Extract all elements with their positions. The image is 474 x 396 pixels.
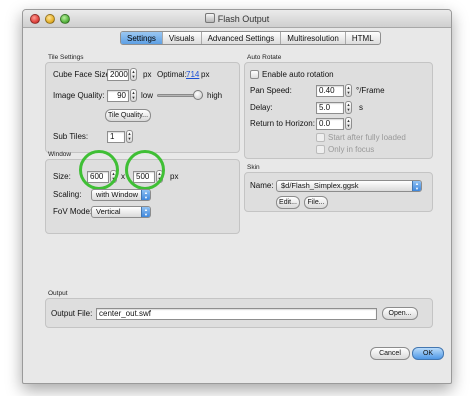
skin-group [244, 172, 433, 212]
enable-auto-rotation-label: Enable auto rotation [262, 70, 334, 79]
return-to-horizon-label: Return to Horizon: [250, 119, 315, 128]
fov-mode-select[interactable]: Vertical ▲ ▼ [91, 206, 151, 218]
image-quality-label: Image Quality: [53, 91, 105, 100]
flash-output-dialog: Flash Output Settings Visuals Advanced S… [22, 9, 452, 384]
tile-quality-button[interactable]: Tile Quality... [105, 109, 151, 122]
tab-bar: Settings Visuals Advanced Settings Multi… [120, 31, 381, 45]
skin-title: Skin [247, 164, 260, 171]
skin-name-select[interactable]: $d/Flash_Simplex.ggsk ▲ ▼ [276, 180, 422, 192]
highlight-circle-height [125, 150, 165, 190]
highlight-circle-width [79, 150, 119, 190]
cancel-button[interactable]: Cancel [370, 347, 410, 360]
select-arrows-icon: ▲ ▼ [141, 207, 150, 217]
quality-low-label: low [141, 91, 154, 100]
sub-tiles-stepper[interactable]: ▲ ▼ [126, 130, 133, 143]
delay-label: Delay: [250, 103, 273, 112]
delay-input[interactable]: 5.0 [316, 102, 344, 114]
delay-unit: s [359, 103, 363, 112]
image-quality-stepper[interactable]: ▲ ▼ [130, 89, 137, 102]
tab-visuals[interactable]: Visuals [163, 32, 202, 44]
title-bar: Flash Output [23, 10, 451, 28]
app-icon [204, 13, 215, 23]
enable-auto-rotation-checkbox[interactable] [250, 70, 259, 79]
skin-file-button[interactable]: File... [304, 196, 328, 209]
cube-face-size-stepper[interactable]: ▲ ▼ [130, 68, 137, 81]
only-in-focus-label: Only in focus [328, 145, 375, 154]
pan-speed-stepper[interactable]: ▲ ▼ [345, 84, 352, 97]
window-group-title: Window [48, 151, 72, 158]
size-unit: px [170, 172, 179, 181]
scaling-value: with Window [96, 190, 139, 199]
auto-rotate-title: Auto Rotate [247, 54, 282, 61]
scaling-select[interactable]: with Window ▲ ▼ [91, 189, 151, 201]
quality-high-label: high [207, 91, 223, 100]
tab-advanced-settings[interactable]: Advanced Settings [202, 32, 282, 44]
pan-speed-input[interactable]: 0.40 [316, 85, 344, 97]
only-in-focus-checkbox[interactable] [316, 145, 325, 154]
start-after-loaded-checkbox[interactable] [316, 133, 325, 142]
ok-button[interactable]: OK [412, 347, 444, 360]
cube-face-size-label: Cube Face Size: [53, 70, 113, 79]
cube-face-size-input[interactable]: 2000 [107, 69, 129, 81]
delay-stepper[interactable]: ▲ ▼ [345, 101, 352, 114]
return-to-horizon-stepper[interactable]: ▲ ▼ [345, 117, 352, 130]
sub-tiles-label: Sub Tiles: [53, 132, 89, 141]
output-file-label: Output File: [51, 309, 93, 318]
window-title-wrap: Flash Output [23, 13, 451, 24]
optimal-size-link[interactable]: 714 [186, 70, 199, 79]
optimal-label: Optimal: [157, 70, 187, 79]
window-title: Flash Output [217, 14, 270, 24]
sub-tiles-input[interactable]: 1 [107, 131, 125, 143]
select-arrows-icon: ▲ ▼ [412, 181, 421, 191]
cube-face-unit: px [143, 70, 152, 79]
tile-settings-title: Tile Settings [48, 54, 84, 61]
pan-speed-label: Pan Speed: [250, 86, 292, 95]
select-arrows-icon: ▲ ▼ [141, 190, 150, 200]
output-title: Output [48, 290, 68, 297]
optimal-unit: px [201, 70, 210, 79]
skin-name-value: $d/Flash_Simplex.ggsk [281, 181, 359, 190]
scaling-label: Scaling: [53, 190, 82, 199]
output-open-button[interactable]: Open... [382, 307, 418, 320]
tab-multiresolution[interactable]: Multiresolution [281, 32, 346, 44]
skin-edit-button[interactable]: Edit... [276, 196, 300, 209]
output-file-input[interactable]: center_out.swf [96, 308, 377, 320]
tab-html[interactable]: HTML [346, 32, 380, 44]
size-label: Size: [53, 172, 71, 181]
skin-name-label: Name: [250, 181, 274, 190]
image-quality-input[interactable]: 90 [107, 90, 129, 102]
fov-mode-label: FoV Mode: [53, 207, 93, 216]
start-after-loaded-label: Start after fully loaded [328, 133, 406, 142]
return-to-horizon-input[interactable]: 0.0 [316, 118, 344, 130]
tab-settings[interactable]: Settings [121, 32, 163, 44]
pan-speed-unit: °/Frame [356, 86, 385, 95]
fov-mode-value: Vertical [96, 207, 121, 216]
